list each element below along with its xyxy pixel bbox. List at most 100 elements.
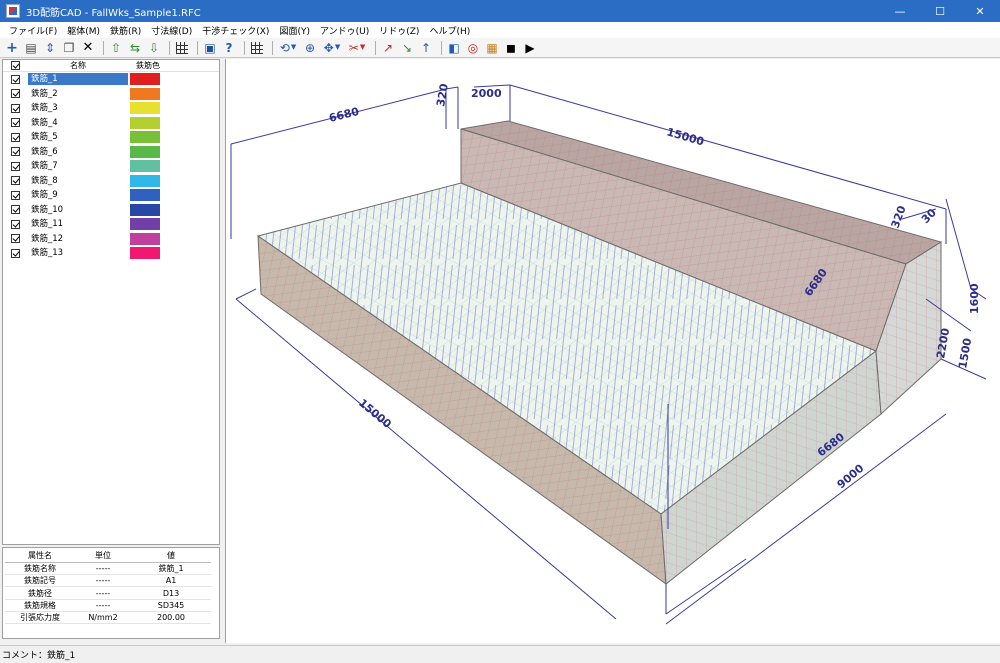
axis-x-icon[interactable]: ↗ [380, 40, 396, 56]
rebar-name[interactable]: 鉄筋_1 [28, 73, 128, 86]
close-button[interactable]: ✕ [960, 0, 1000, 22]
rebar-name[interactable]: 鉄筋_12 [28, 233, 128, 245]
property-value[interactable]: 200.00 [131, 611, 211, 625]
property-row[interactable]: 鉄筋径 ----- D13 [5, 586, 211, 600]
rebar-color-swatch[interactable] [130, 73, 160, 86]
delete-icon[interactable]: ✕ [80, 40, 96, 56]
property-value[interactable]: A1 [131, 574, 211, 588]
rebar-visible-checkbox[interactable] [11, 234, 20, 244]
rebar-visible-checkbox[interactable] [11, 118, 20, 128]
menu-interference-check[interactable]: 干渉チェック(X) [197, 24, 274, 37]
rebar-list-item[interactable]: 鉄筋_13 [3, 246, 219, 261]
rebar-list-item[interactable]: 鉄筋_5 [3, 130, 219, 145]
target-icon[interactable]: ◎ [465, 40, 481, 56]
select-all-checkbox[interactable] [11, 61, 20, 70]
rebar-color-swatch[interactable] [130, 232, 160, 245]
rebar-list-item[interactable]: 鉄筋_6 [3, 145, 219, 160]
rebar-color-swatch[interactable] [130, 160, 160, 173]
rebar-name[interactable]: 鉄筋_7 [28, 160, 128, 172]
rebar-list-item[interactable]: 鉄筋_3 [3, 101, 219, 116]
rebar-name[interactable]: 鉄筋_8 [28, 175, 128, 187]
rebar-list-item[interactable]: 鉄筋_4 [3, 116, 219, 131]
pan-icon[interactable]: ✥ ▼ [321, 40, 343, 56]
open-icon[interactable]: ▤ [23, 40, 39, 56]
rebar-name[interactable]: 鉄筋_6 [28, 146, 128, 158]
menu-undo[interactable]: アンドゥ(U) [315, 24, 374, 37]
property-value[interactable]: 鉄筋_1 [131, 562, 211, 576]
move-up-icon[interactable]: ⇧ [108, 40, 124, 56]
rebar-visible-checkbox[interactable] [11, 205, 20, 215]
rebar-name[interactable]: 鉄筋_4 [28, 117, 128, 129]
camera-icon[interactable]: ◼ [503, 40, 519, 56]
rotate-icon[interactable]: ⟲ ▼ [277, 40, 299, 56]
property-row[interactable]: 鉄筋記号 ----- A1 [5, 574, 211, 588]
menu-file[interactable]: ファイル(F) [4, 24, 62, 37]
section-icon[interactable]: ✂ ▼ [346, 40, 368, 56]
display-icon[interactable]: ◧ [446, 40, 462, 56]
menu-dimension[interactable]: 寸法線(D) [146, 24, 197, 37]
add-icon[interactable]: + [4, 40, 20, 56]
property-value[interactable]: SD345 [131, 599, 211, 612]
rebar-color-swatch[interactable] [130, 87, 160, 100]
rebar-list-item[interactable]: 鉄筋_9 [3, 188, 219, 203]
rebar-visible-checkbox[interactable] [11, 190, 20, 200]
rebar-name[interactable]: 鉄筋_10 [28, 204, 128, 216]
rebar-visible-checkbox[interactable] [11, 161, 20, 171]
rebar-color-swatch[interactable] [130, 102, 160, 115]
menu-structure[interactable]: 躯体(M) [62, 24, 105, 37]
column-header-color[interactable]: 鉄筋色 [128, 60, 168, 71]
rebar-color-swatch[interactable] [130, 247, 160, 260]
rebar-color-swatch[interactable] [130, 203, 160, 216]
rebar-list-item[interactable]: 鉄筋_7 [3, 159, 219, 174]
rebar-name[interactable]: 鉄筋_11 [28, 218, 128, 230]
rebar-color-swatch[interactable] [130, 145, 160, 158]
rebar-name[interactable]: 鉄筋_9 [28, 189, 128, 201]
rebar-list-item[interactable]: 鉄筋_2 [3, 87, 219, 102]
rebar-color-swatch[interactable] [130, 174, 160, 187]
rebar-color-swatch[interactable] [130, 131, 160, 144]
menu-rebar[interactable]: 鉄筋(R) [105, 24, 146, 37]
menu-drawing[interactable]: 図面(Y) [274, 24, 315, 37]
rebar-visible-checkbox[interactable] [11, 147, 20, 157]
rebar-name[interactable]: 鉄筋_3 [28, 102, 128, 114]
record-icon[interactable]: ▶ [522, 40, 538, 56]
palette-icon[interactable]: ▦ [484, 40, 500, 56]
export-icon[interactable]: ▣ [202, 40, 218, 56]
rebar-name[interactable]: 鉄筋_13 [28, 247, 128, 259]
rebar-color-swatch[interactable] [130, 218, 160, 231]
rebar-list-item[interactable]: 鉄筋_10 [3, 203, 219, 218]
rebar-visible-checkbox[interactable] [11, 248, 20, 258]
axis-z-icon[interactable]: ↑ [418, 40, 434, 56]
zoom-icon[interactable]: ⊕ [302, 40, 318, 56]
column-header-name[interactable]: 名称 [28, 60, 128, 71]
rebar-color-swatch[interactable] [130, 116, 160, 129]
swap-icon[interactable]: ⇆ [127, 40, 143, 56]
axis-y-icon[interactable]: ↘ [399, 40, 415, 56]
view-grid-icon[interactable] [249, 40, 265, 56]
rebar-visible-checkbox[interactable] [11, 89, 20, 99]
rebar-name[interactable]: 鉄筋_2 [28, 88, 128, 100]
minimize-button[interactable]: — [880, 0, 920, 22]
rebar-name[interactable]: 鉄筋_5 [28, 131, 128, 143]
rebar-list-item[interactable]: 鉄筋_12 [3, 232, 219, 247]
fit-icon[interactable]: ⇕ [42, 40, 58, 56]
rebar-visible-checkbox[interactable] [11, 132, 20, 142]
move-down-icon[interactable]: ⇩ [146, 40, 162, 56]
property-row[interactable]: 引張応力度 N/mm2 200.00 [5, 611, 211, 625]
help-icon[interactable]: ? [221, 40, 237, 56]
maximize-button[interactable]: ☐ [920, 0, 960, 22]
property-row[interactable]: 鉄筋規格 ----- SD345 [5, 599, 211, 612]
rebar-list-item[interactable]: 鉄筋_11 [3, 217, 219, 232]
property-value[interactable]: D13 [131, 586, 211, 600]
3d-model-view[interactable]: 6680 320 2000 15000 320 30 1600 2200 150… [226, 59, 1000, 643]
3d-viewport[interactable]: 6680 320 2000 15000 320 30 1600 2200 150… [225, 59, 1000, 643]
property-row[interactable]: 鉄筋名称 ----- 鉄筋_1 [5, 562, 211, 576]
rebar-visible-checkbox[interactable] [11, 176, 20, 186]
grid-icon[interactable] [174, 40, 190, 56]
rebar-visible-checkbox[interactable] [11, 219, 20, 229]
rebar-visible-checkbox[interactable] [11, 74, 20, 84]
rebar-list-item[interactable]: 鉄筋_8 [3, 174, 219, 189]
rebar-visible-checkbox[interactable] [11, 103, 20, 113]
menu-redo[interactable]: リドゥ(Z) [374, 24, 424, 37]
menu-help[interactable]: ヘルプ(H) [424, 24, 475, 37]
